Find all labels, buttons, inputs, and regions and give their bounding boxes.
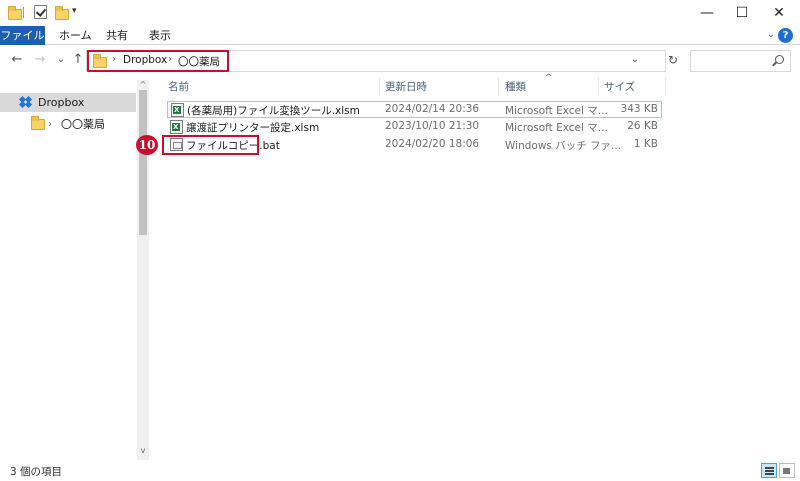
breadcrumb-pharmacy[interactable]: 〇〇薬局 (178, 54, 220, 69)
ribbon-tabs: ファイル ホーム 共有 表示 ⌄ ? (0, 26, 800, 45)
excel-icon (171, 103, 184, 117)
sidebar-item-dropbox[interactable]: Dropbox (0, 93, 136, 112)
file-list: 名前 更新日時 種類 ^ サイズ (各薬局用)ファイル変換ツール.xlsm 20… (160, 73, 800, 458)
quick-access-dropdown-icon[interactable]: ▾ (72, 6, 77, 16)
address-row: ← → ⌄ ↑ › Dropbox › 〇〇薬局 ⌄ ↻ (0, 46, 800, 76)
file-name: 譲渡証プリンター設定.xlsm (186, 122, 320, 134)
forward-arrow-icon[interactable]: → (32, 52, 48, 68)
table-row[interactable]: 譲渡証プリンター設定.xlsm 2023/10/10 21:30 Microso… (167, 119, 662, 136)
column-header-type[interactable]: 種類 (505, 78, 526, 96)
sidebar-item-pharmacy[interactable]: › 〇〇薬局 (0, 115, 136, 134)
tab-home[interactable]: ホーム (50, 26, 101, 45)
tab-file[interactable]: ファイル (0, 26, 45, 45)
file-type: Microsoft Excel マ... (505, 105, 608, 117)
file-size: 1 KB (633, 138, 658, 150)
scroll-down-icon[interactable]: v (137, 446, 149, 455)
navigation-pane: Dropbox › 〇〇薬局 (0, 80, 150, 460)
file-name: ファイルコピー.bat (186, 140, 280, 152)
breadcrumb-dropbox[interactable]: Dropbox (123, 54, 167, 66)
batch-file-icon (170, 138, 183, 151)
sidebar-item-label: Dropbox (38, 96, 85, 109)
table-row[interactable]: ファイルコピー.bat 2024/02/20 18:06 Windows バッチ… (167, 137, 662, 154)
address-bar[interactable]: › Dropbox › 〇〇薬局 ⌄ (86, 50, 666, 72)
breadcrumb-separator: › (168, 54, 172, 65)
file-name: (各薬局用)ファイル変換ツール.xlsm (187, 105, 360, 117)
folder-icon[interactable] (8, 6, 22, 20)
file-type: Windows バッチ ファ... (505, 140, 622, 152)
address-dropdown-icon[interactable]: ⌄ (631, 54, 639, 65)
status-bar: 3 個の項目 (0, 460, 800, 481)
column-divider[interactable] (665, 78, 666, 96)
sort-ascending-icon: ^ (545, 73, 553, 83)
tab-share[interactable]: 共有 (97, 26, 137, 45)
expand-chevron-icon[interactable]: › (48, 115, 52, 134)
column-divider[interactable] (598, 78, 599, 96)
back-arrow-icon[interactable]: ← (9, 52, 25, 68)
item-count: 3 個の項目 (10, 466, 63, 478)
breadcrumb-separator: › (112, 54, 116, 65)
scroll-up-icon[interactable]: ^ (137, 80, 149, 89)
details-view-icon[interactable] (761, 463, 777, 478)
recent-locations-icon[interactable]: ⌄ (53, 52, 69, 68)
excel-icon (170, 120, 183, 134)
new-folder-icon[interactable] (55, 6, 69, 20)
tab-view[interactable]: 表示 (140, 26, 180, 45)
close-button[interactable]: ✕ (756, 0, 800, 26)
folder-icon (93, 54, 107, 68)
large-icons-view-icon[interactable] (779, 463, 795, 478)
column-header-size[interactable]: サイズ (604, 78, 635, 96)
file-date: 2023/10/10 21:30 (385, 120, 480, 132)
column-divider[interactable] (379, 78, 380, 96)
step-number-badge: 10 (136, 135, 158, 155)
file-size: 343 KB (620, 103, 658, 115)
folder-icon (31, 116, 45, 130)
file-size: 26 KB (627, 120, 658, 132)
ribbon-expand-icon[interactable]: ⌄ (767, 29, 775, 40)
column-header-name[interactable]: 名前 (168, 78, 189, 96)
help-icon[interactable]: ? (778, 28, 793, 43)
properties-check-icon[interactable] (34, 5, 47, 19)
sidebar-item-label: 〇〇薬局 (61, 118, 105, 131)
up-arrow-icon[interactable]: ↑ (70, 52, 86, 68)
column-divider[interactable] (498, 78, 499, 96)
scroll-thumb[interactable] (139, 90, 147, 235)
file-date: 2024/02/14 20:36 (385, 103, 480, 115)
search-input[interactable] (690, 50, 791, 72)
table-row[interactable]: (各薬局用)ファイル変換ツール.xlsm 2024/02/14 20:36 Mi… (167, 101, 662, 118)
quick-access-separator (23, 7, 24, 18)
column-header-date[interactable]: 更新日時 (385, 78, 427, 96)
file-date: 2024/02/20 18:06 (385, 138, 480, 150)
dropbox-icon (18, 95, 33, 109)
title-bar: ▾ — ☐ ✕ (0, 0, 800, 26)
search-icon[interactable] (775, 55, 784, 64)
file-type: Microsoft Excel マ... (505, 122, 608, 134)
